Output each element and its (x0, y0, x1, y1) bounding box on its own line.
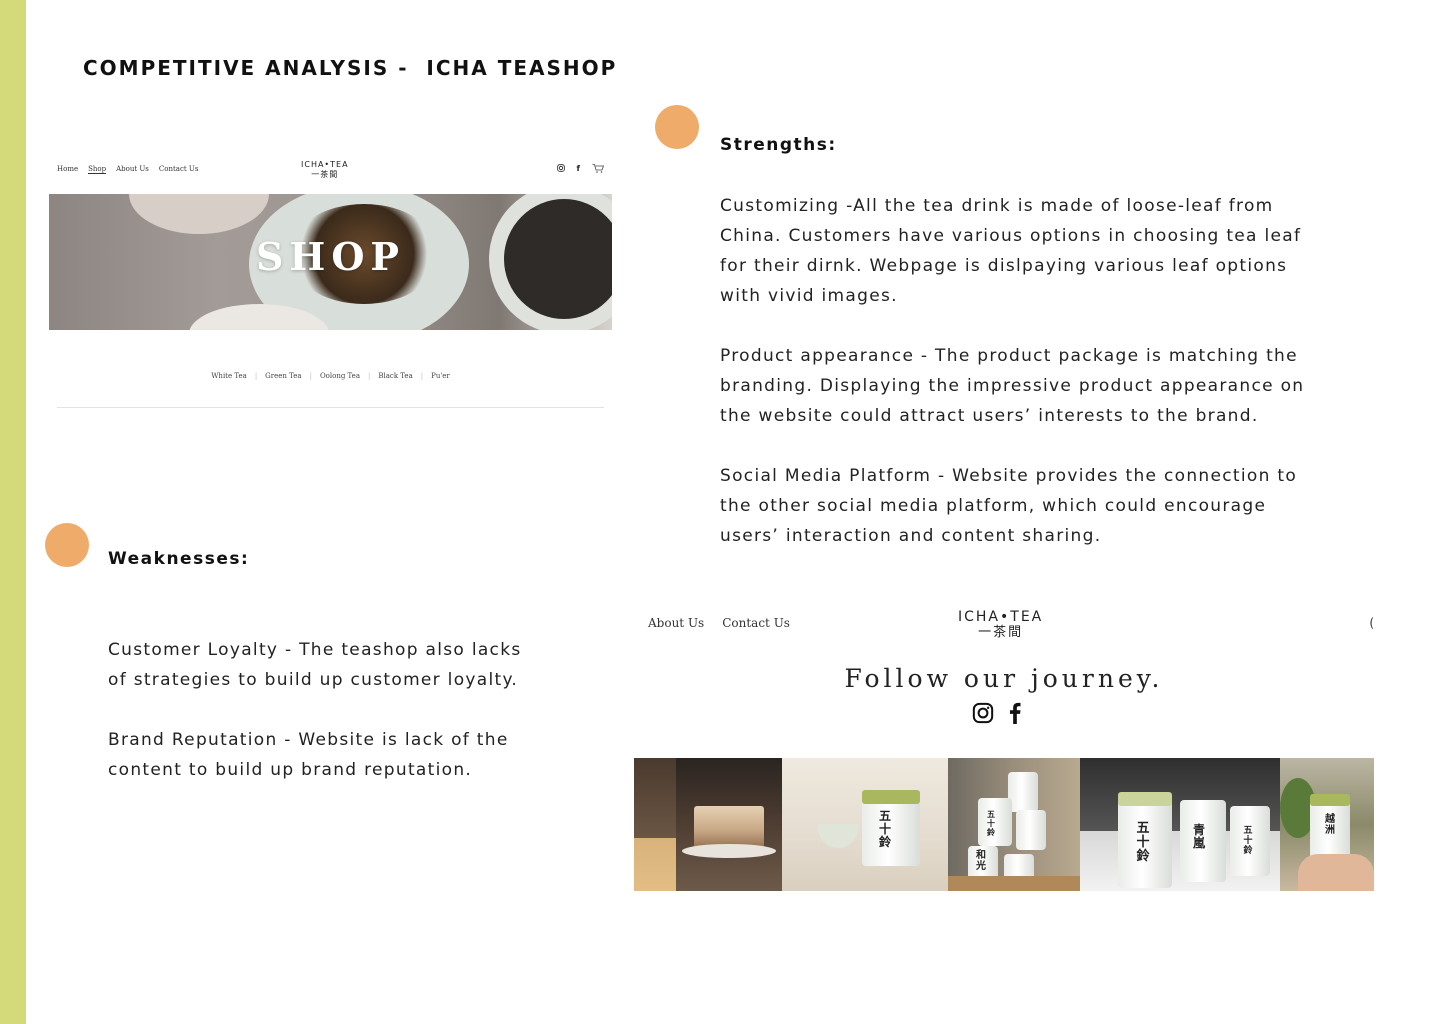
tin-label: 五十鈴 (987, 809, 995, 837)
photo-matcha-tin-1: 五十鈴 (782, 758, 948, 891)
weaknesses-heading: Weaknesses: (108, 549, 250, 569)
divider (57, 407, 604, 408)
matcha-tin (1008, 772, 1038, 812)
weakness-brand-reputation: Brand Reputation - Website is lack of th… (108, 730, 509, 780)
shop-logo: ICHA•TEA 一茶間 (301, 160, 349, 180)
cart-icon (592, 164, 604, 173)
instagram-icon (972, 702, 994, 724)
strength-social-media: Social Media Platform - Website provides… (720, 466, 1298, 546)
shop-logo-text: ICHA•TEA (301, 160, 349, 169)
journey-logo-text: ICHA•TEA (958, 609, 1044, 625)
shop-hero-title: SHOP (255, 234, 406, 279)
tin-label: 五十鈴 (878, 809, 891, 849)
clipped-edge-glyph: ( (1369, 616, 1374, 630)
tea-cup (818, 824, 858, 848)
photo-hand-tin: 越洲 (1280, 758, 1374, 891)
matcha-tin-lid (1118, 792, 1172, 806)
matcha-tin (1016, 810, 1046, 850)
category-menu: White Tea | Green Tea | Oolong Tea | Black … (49, 372, 612, 380)
category-green-tea: Green Tea (265, 372, 302, 380)
strength-product-appearance: Product appearance - The product package… (720, 346, 1305, 426)
category-separator: | (368, 372, 371, 380)
nav-about: About Us (648, 616, 705, 630)
category-separator: | (420, 372, 424, 380)
tea-bowl-left (129, 194, 269, 234)
matcha-tin-lid (862, 790, 920, 804)
shop-page-screenshot: Home Shop About Us Contact Us ICHA•TEA 一… (49, 150, 612, 415)
nav-contact: Contact Us (158, 165, 199, 173)
journey-logo-cn: 一茶間 (978, 625, 1024, 640)
category-separator: | (309, 372, 312, 380)
tin-label: 五十鈴 (1136, 821, 1150, 864)
category-white-tea: White Tea (211, 372, 247, 380)
facebook-icon: f (576, 164, 580, 173)
accent-stripe (0, 0, 26, 1024)
weaknesses-dot (45, 523, 89, 567)
facebook-icon (1009, 702, 1021, 724)
hand (1298, 854, 1374, 891)
nav-home: Home (57, 165, 79, 173)
weakness-customer-loyalty: Customer Loyalty - The teashop also lack… (108, 640, 522, 690)
tin-label: 青嵐 (1192, 823, 1205, 850)
instagram-photo-strip: 五十鈴 五十鈴 和光 青嵐 五十鈴 五十鈴 越洲 (634, 758, 1374, 891)
tin-label: 越洲 (1325, 814, 1335, 836)
nav-contact: Contact Us (722, 616, 790, 630)
journey-page-screenshot: About Us Contact Us ICHA•TEA 一茶間 ( Follo… (634, 604, 1374, 891)
instagram-icon (556, 164, 565, 172)
category-black-tea: Black Tea (378, 372, 413, 380)
wood-bench (948, 876, 1080, 891)
category-puer: Pu'er (431, 372, 450, 380)
journey-logo: ICHA•TEA 一茶間 (958, 609, 1043, 641)
shop-icons: f (556, 164, 604, 173)
journey-social-icons (972, 702, 1022, 724)
matcha-tin-lid (1310, 794, 1350, 806)
photo-tins-table: 青嵐 五十鈴 五十鈴 (1080, 758, 1280, 891)
strength-customizing: Customizing -All the tea drink is made o… (720, 196, 1302, 306)
photo-cake (676, 758, 782, 891)
shop-hero-image: SHOP (49, 194, 612, 330)
follow-heading: Follow our journey. (844, 664, 1164, 693)
strengths-heading: Strengths: (720, 135, 837, 155)
photo-tin-stack: 五十鈴 和光 (948, 758, 1080, 891)
nav-about: About Us (116, 165, 149, 173)
photo-menu-card (634, 758, 676, 891)
tin-label: 五十鈴 (1243, 826, 1253, 856)
shop-nav: Home Shop About Us Contact Us (57, 165, 198, 174)
category-separator: | (254, 372, 258, 380)
tin-label: 和光 (976, 850, 986, 872)
category-oolong-tea: Oolong Tea (319, 372, 360, 380)
journey-nav: About Us Contact Us (648, 616, 790, 630)
cake-plate (682, 844, 776, 858)
shop-logo-cn: 一茶間 (311, 170, 339, 179)
nav-shop: Shop (88, 165, 107, 174)
page-title: COMPETITIVE ANALYSIS - ICHA TEASHOP (83, 56, 618, 80)
strengths-dot (655, 105, 699, 149)
